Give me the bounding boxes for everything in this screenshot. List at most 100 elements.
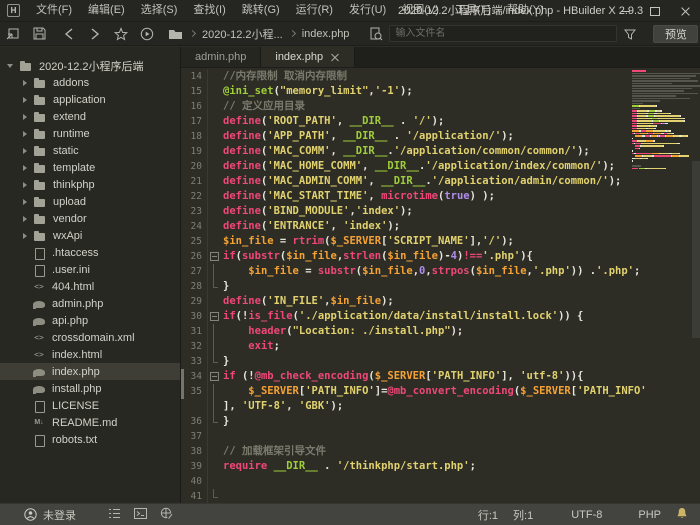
sidebar-item-template[interactable]: template <box>0 159 180 176</box>
sidebar-item-404-html[interactable]: <>404.html <box>0 278 180 295</box>
run-icon[interactable] <box>134 23 160 45</box>
sidebar-item-admin-php[interactable]: admin.php <box>0 295 180 312</box>
breadcrumb-file[interactable]: index.php <box>302 28 350 40</box>
minimap-seg <box>632 108 640 110</box>
fold-open-icon[interactable] <box>207 249 220 264</box>
code-line: 26if(substr($in_file,strlen($in_file)-4)… <box>181 249 700 264</box>
code-text: //内存限制 取消内存限制 <box>220 69 347 84</box>
menu-item-运[interactable]: 运行(R) <box>288 0 341 21</box>
tab-index-php[interactable]: index.php <box>261 47 355 67</box>
sidebar-item--user-ini[interactable]: .user.ini <box>0 261 180 278</box>
chevron-right-icon[interactable] <box>20 231 30 241</box>
sidebar-item-addons[interactable]: addons <box>0 74 180 91</box>
sidebar-item-install-php[interactable]: install.php <box>0 380 180 397</box>
tab-close-icon[interactable] <box>331 53 340 62</box>
fold-end-icon <box>207 279 220 294</box>
outline-icon[interactable] <box>108 508 121 522</box>
code-text: define('MAC_HOME_COMM', __DIR__.'/applic… <box>220 159 615 174</box>
window-with-arrow-icon[interactable] <box>0 23 26 45</box>
sidebar-item-wxapi[interactable]: wxApi <box>0 227 180 244</box>
minimap-line <box>632 160 690 162</box>
minimap-line <box>632 98 690 100</box>
minimap-seg <box>654 155 671 157</box>
chevron-right-icon[interactable] <box>20 129 30 139</box>
maximize-icon[interactable] <box>640 0 670 22</box>
tab-admin-php[interactable]: admin.php <box>181 47 261 67</box>
minimap-seg <box>653 140 655 142</box>
chevron-right-icon[interactable] <box>20 197 30 207</box>
back-icon[interactable] <box>56 23 82 45</box>
fold-open-icon[interactable] <box>207 369 220 384</box>
chevron-right-icon[interactable] <box>20 78 30 88</box>
sidebar-item-index-html[interactable]: <>index.html <box>0 346 180 363</box>
scrollbar-thumb[interactable] <box>692 161 700 338</box>
tree-root[interactable]: 2020-12.2小程序后端 <box>0 57 180 74</box>
menu-item-编[interactable]: 编辑(E) <box>80 0 133 21</box>
terminal-icon[interactable] <box>134 508 147 522</box>
chevron-right-icon[interactable] <box>20 146 30 156</box>
minimap-seg <box>632 83 672 85</box>
chevron-right-icon[interactable] <box>20 95 30 105</box>
php-file-icon <box>32 366 46 378</box>
minimap-seg <box>638 125 649 127</box>
minimap[interactable] <box>632 68 690 175</box>
minimap-seg <box>632 138 633 140</box>
sidebar-item-license[interactable]: LICENSE <box>0 397 180 414</box>
menu-item-查[interactable]: 查找(I) <box>185 0 233 21</box>
sidebar-item-api-php[interactable]: api.php <box>0 312 180 329</box>
chevron-right-icon[interactable] <box>20 214 30 224</box>
code-line: 25$in_file = rtrim($_SERVER['SCRIPT_NAME… <box>181 234 700 249</box>
forward-icon[interactable] <box>82 23 108 45</box>
sidebar-item-static[interactable]: static <box>0 142 180 159</box>
tree-item-label: .user.ini <box>52 264 90 276</box>
sidebar-item-runtime[interactable]: runtime <box>0 125 180 142</box>
cursor-line[interactable]: 行:1 <box>478 507 498 523</box>
chevron-down-icon[interactable] <box>6 61 16 71</box>
sidebar-item-crossdomain-xml[interactable]: <>crossdomain.xml <box>0 329 180 346</box>
save-icon[interactable] <box>26 23 52 45</box>
cursor-column[interactable]: 列:1 <box>513 507 533 523</box>
project-explorer: 2020-12.2小程序后端addonsapplicationextendrun… <box>0 47 181 503</box>
scrollbar[interactable] <box>691 68 700 503</box>
sidebar-item-upload[interactable]: upload <box>0 193 180 210</box>
minimap-seg <box>654 133 661 135</box>
sidebar-item-application[interactable]: application <box>0 91 180 108</box>
tree-item-label: 404.html <box>52 281 94 293</box>
preview-button[interactable]: 预览 <box>653 25 698 43</box>
tree-item-label: vendor <box>53 213 87 225</box>
favorite-star-icon[interactable] <box>108 23 134 45</box>
encoding-indicator[interactable]: UTF-8 <box>571 509 602 521</box>
file-search <box>363 23 617 45</box>
sidebar-item-index-php[interactable]: index.php <box>0 363 180 380</box>
minimize-icon[interactable] <box>610 0 640 22</box>
language-indicator[interactable]: PHP <box>638 509 661 521</box>
minimap-line <box>632 158 690 160</box>
sidebar-item-thinkphp[interactable]: thinkphp <box>0 176 180 193</box>
menu-item-文[interactable]: 文件(F) <box>28 0 80 21</box>
menu-item-发[interactable]: 发行(U) <box>341 0 394 21</box>
breadcrumb-project[interactable]: 2020-12.2小程... <box>202 26 283 42</box>
filter-icon[interactable] <box>617 23 643 45</box>
sidebar-item-extend[interactable]: extend <box>0 108 180 125</box>
minimap-line <box>632 88 690 90</box>
search-input[interactable] <box>389 25 617 42</box>
minimap-seg <box>632 98 690 100</box>
menu-item-跳[interactable]: 跳转(G) <box>234 0 288 21</box>
notification-bell-icon[interactable] <box>676 507 688 523</box>
sidebar-item-readme-md[interactable]: M↓README.md <box>0 414 180 431</box>
sidebar-item--htaccess[interactable]: .htaccess <box>0 244 180 261</box>
chevron-right-icon[interactable] <box>20 163 30 173</box>
sidebar-item-robots-txt[interactable]: robots.txt <box>0 431 180 448</box>
chevron-right-icon[interactable] <box>20 180 30 190</box>
close-icon[interactable] <box>670 0 700 22</box>
login-status[interactable]: 未登录 <box>24 507 76 523</box>
file-icon <box>32 400 46 412</box>
fold-open-icon[interactable] <box>207 309 220 324</box>
user-icon <box>24 508 37 521</box>
sidebar-item-vendor[interactable]: vendor <box>0 210 180 227</box>
web-server-icon[interactable] <box>160 507 173 522</box>
chevron-right-icon[interactable] <box>20 112 30 122</box>
menu-item-选[interactable]: 选择(S) <box>133 0 186 21</box>
code-editor[interactable]: 14//内存限制 取消内存限制15@ini_set("memory_limit"… <box>181 68 700 503</box>
minimap-seg <box>639 148 640 150</box>
